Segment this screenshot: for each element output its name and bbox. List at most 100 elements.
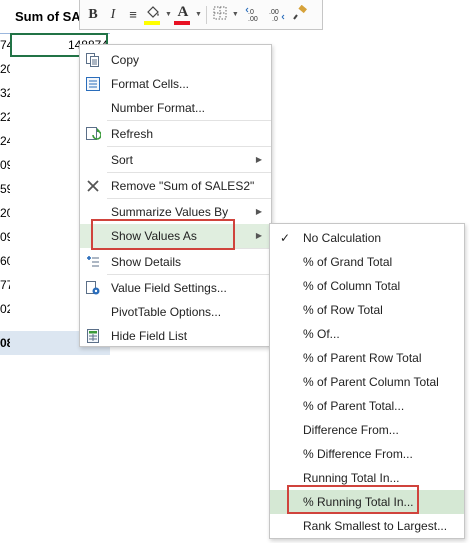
svg-text:.0: .0 <box>248 9 254 16</box>
checkmark-icon: ✓ <box>280 231 291 245</box>
align-button[interactable]: ≡ <box>124 4 142 26</box>
row-label: 22 <box>0 110 10 124</box>
italic-button[interactable]: I <box>104 4 122 26</box>
menu-item-show-values-as[interactable]: Show Values As ▶ <box>80 224 271 248</box>
submenu-item-pct-column-total[interactable]: % of Column Total <box>270 274 464 298</box>
submenu-arrow-icon: ▶ <box>255 155 262 164</box>
row-label: 09 <box>0 230 10 244</box>
menu-item-label: Show Details <box>111 255 182 269</box>
copy-icon <box>84 51 102 69</box>
chevron-down-icon[interactable]: ▼ <box>195 11 202 18</box>
submenu-item-label: % of Column Total <box>303 279 401 293</box>
remove-x-icon <box>84 177 102 195</box>
toolbar-divider <box>205 5 207 24</box>
submenu-item-label: % Difference From... <box>303 447 413 461</box>
increase-decimal-button[interactable]: .0.00 <box>245 4 263 26</box>
menu-divider <box>107 146 271 147</box>
menu-item-label: Summarize Values By <box>111 205 229 219</box>
row-label: 59 <box>0 182 10 196</box>
row-label: 02 <box>0 302 10 316</box>
refresh-icon <box>84 125 102 143</box>
menu-item-label: Copy <box>111 53 140 67</box>
menu-item-summarize-values-by[interactable]: Summarize Values By ▶ <box>80 200 271 224</box>
row-label: 77 <box>0 278 10 292</box>
submenu-item-no-calculation[interactable]: ✓ No Calculation <box>270 226 464 250</box>
svg-text:.0: .0 <box>272 16 278 22</box>
borders-button[interactable] <box>211 4 229 26</box>
menu-item-label: Hide Field List <box>111 329 188 343</box>
submenu-item-label: % of Parent Column Total <box>303 375 439 389</box>
menu-item-label: Format Cells... <box>111 77 190 91</box>
menu-divider <box>107 274 271 275</box>
menu-divider <box>107 120 271 121</box>
submenu-item-label: % of Parent Total... <box>303 399 405 413</box>
submenu-item-label: Difference From... <box>303 423 399 437</box>
menu-divider <box>107 248 271 249</box>
row-label: 74 <box>0 38 10 52</box>
row-label: 20 <box>0 62 10 76</box>
menu-item-show-details[interactable]: Show Details <box>80 250 271 274</box>
menu-item-refresh[interactable]: Refresh <box>80 122 271 146</box>
submenu-item-pct-parent-column-total[interactable]: % of Parent Column Total <box>270 370 464 394</box>
submenu-item-pct-parent-total[interactable]: % of Parent Total... <box>270 394 464 418</box>
row-label: 24 <box>0 134 10 148</box>
menu-item-pivottable-options[interactable]: PivotTable Options... <box>80 300 271 324</box>
submenu-item-difference-from[interactable]: Difference From... <box>270 418 464 442</box>
menu-item-sort[interactable]: Sort ▶ <box>80 148 271 172</box>
menu-item-format-cells[interactable]: Format Cells... <box>80 72 271 96</box>
menu-divider <box>107 198 271 199</box>
show-values-as-submenu: ✓ No Calculation % of Grand Total % of C… <box>269 223 465 539</box>
chevron-down-icon[interactable]: ▼ <box>165 11 172 18</box>
submenu-item-pct-parent-row-total[interactable]: % of Parent Row Total <box>270 346 464 370</box>
format-painter-icon <box>292 4 308 24</box>
menu-item-label: Sort <box>111 153 134 167</box>
row-label: 09 <box>0 158 10 172</box>
menu-item-copy[interactable]: Copy <box>80 48 271 72</box>
submenu-item-pct-grand-total[interactable]: % of Grand Total <box>270 250 464 274</box>
menu-item-label: Refresh <box>111 127 154 141</box>
menu-item-label: Show Values As <box>111 229 197 243</box>
font-color-letter: A <box>177 4 189 20</box>
menu-item-number-format[interactable]: Number Format... <box>80 96 271 120</box>
submenu-item-pct-row-total[interactable]: % of Row Total <box>270 298 464 322</box>
show-details-icon <box>84 253 102 271</box>
submenu-item-pct-difference-from[interactable]: % Difference From... <box>270 442 464 466</box>
menu-item-value-field-settings[interactable]: Value Field Settings... <box>80 276 271 300</box>
menu-item-hide-field-list[interactable]: Hide Field List <box>80 324 271 348</box>
submenu-item-label: No Calculation <box>303 231 382 245</box>
menu-item-label: PivotTable Options... <box>111 305 222 319</box>
field-settings-icon <box>84 279 102 297</box>
bold-button[interactable]: B <box>84 4 102 26</box>
submenu-item-running-total-in[interactable]: Running Total In... <box>270 466 464 490</box>
chevron-down-icon[interactable]: ▼ <box>232 11 239 18</box>
menu-item-remove-field[interactable]: Remove "Sum of SALES2" <box>80 174 271 198</box>
font-color-swatch <box>173 20 190 25</box>
submenu-item-rank-smallest-to-largest[interactable]: Rank Smallest to Largest... <box>270 514 464 538</box>
format-painter-button[interactable] <box>291 4 309 26</box>
font-color-button[interactable]: A <box>173 4 192 26</box>
submenu-item-label: % Of... <box>303 327 340 341</box>
svg-text:.00: .00 <box>248 16 258 22</box>
context-menu: Copy Format Cells... Number Format... Re… <box>79 44 272 347</box>
submenu-item-label: % of Parent Row Total <box>303 351 422 365</box>
mini-toolbar: B I ≡ ▼ A ▼ ▼ .0.00 .00.0 <box>79 0 323 30</box>
fill-color-button[interactable] <box>144 4 162 26</box>
increase-decimal-icon: .0.00 <box>245 6 263 24</box>
row-label: 32 <box>0 86 10 100</box>
decrease-decimal-icon: .00.0 <box>267 6 285 24</box>
submenu-item-label: % Running Total In... <box>303 495 414 509</box>
format-cells-icon <box>84 75 102 93</box>
submenu-item-pct-running-total-in[interactable]: % Running Total In... <box>270 490 464 514</box>
menu-item-label: Value Field Settings... <box>111 281 227 295</box>
fill-color-swatch <box>144 20 160 25</box>
submenu-item-label: % of Grand Total <box>303 255 393 269</box>
field-list-icon <box>84 327 102 345</box>
borders-icon <box>213 6 227 23</box>
menu-item-label: Number Format... <box>111 101 206 115</box>
submenu-item-pct-of[interactable]: % Of... <box>270 322 464 346</box>
submenu-item-label: Running Total In... <box>303 471 400 485</box>
submenu-item-label: Rank Smallest to Largest... <box>303 519 448 533</box>
row-label: 08 <box>0 336 10 350</box>
decrease-decimal-button[interactable]: .00.0 <box>267 4 285 26</box>
submenu-arrow-icon: ▶ <box>255 231 262 240</box>
